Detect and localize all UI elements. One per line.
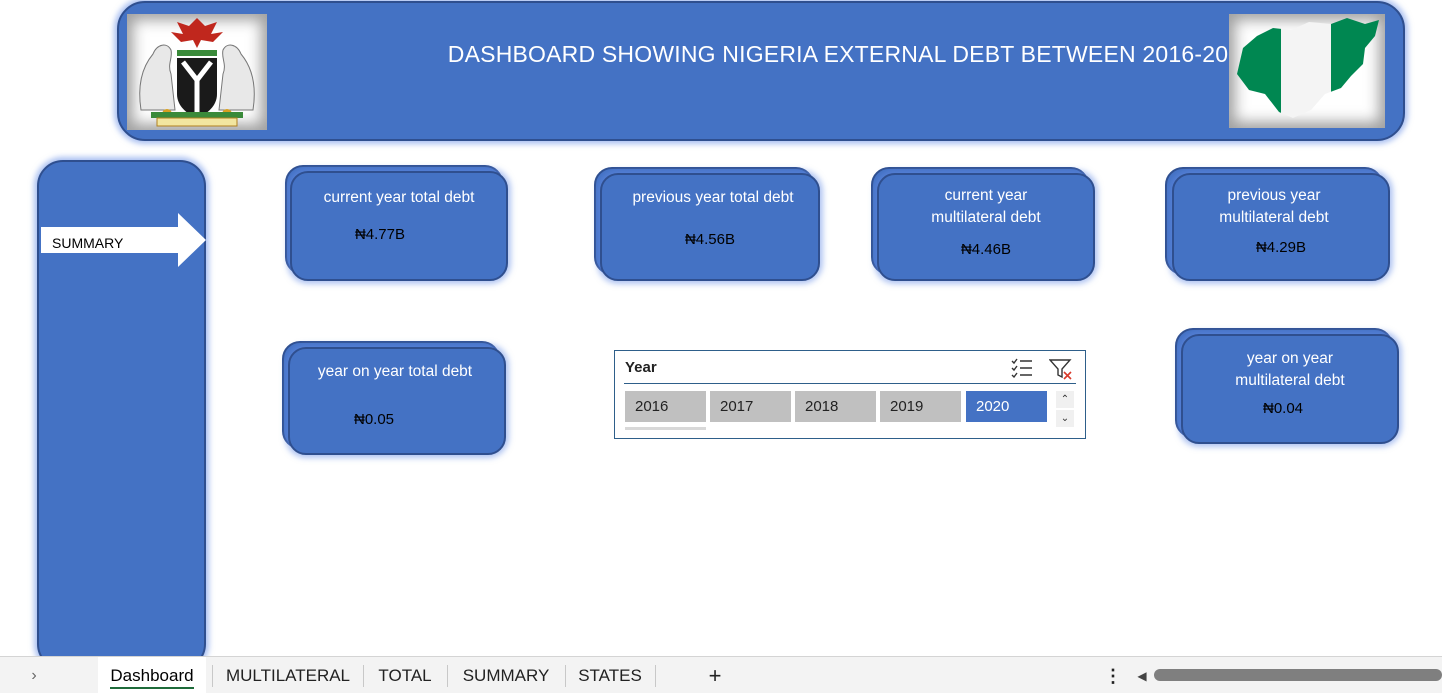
current-year-total-debt-card: current year total debt ₦4.77B bbox=[285, 165, 510, 283]
card-label: previous year total debt bbox=[632, 189, 794, 206]
sheet-tab-bar: › Dashboard MULTILATERAL TOTAL SUMMARY S… bbox=[0, 656, 1442, 693]
clear-filter-icon[interactable] bbox=[1049, 358, 1073, 380]
slicer-scroll-down-icon[interactable]: ⌄ bbox=[1056, 410, 1074, 427]
previous-year-multilateral-debt-card: previous year multilateral debt ₦4.29B bbox=[1165, 167, 1392, 283]
year-slicer: Year 2016 2017 2018 2019 2020 ⌃ ⌄ bbox=[614, 350, 1086, 439]
card-value: ₦4.46B bbox=[960, 241, 1012, 258]
coat-of-arms-icon bbox=[139, 18, 255, 127]
card-value: ₦0.04 bbox=[1262, 400, 1304, 417]
tab-scroll-right-icon[interactable]: › bbox=[22, 657, 46, 693]
tab-dashboard[interactable]: Dashboard bbox=[98, 657, 206, 693]
horizontal-scrollbar[interactable] bbox=[1154, 669, 1442, 681]
slicer-item-2019[interactable]: 2019 bbox=[880, 391, 961, 422]
nigeria-map-icon bbox=[1237, 18, 1379, 118]
slicer-scroll-up-icon[interactable]: ⌃ bbox=[1056, 391, 1074, 408]
summary-nav-label[interactable]: SUMMARY bbox=[52, 235, 123, 251]
slicer-divider bbox=[624, 383, 1076, 384]
slicer-title: Year bbox=[625, 359, 657, 376]
card-value: ₦4.56B bbox=[684, 231, 736, 248]
slicer-item-2017[interactable]: 2017 bbox=[710, 391, 791, 422]
tab-states[interactable]: STATES bbox=[572, 657, 648, 693]
more-options-icon[interactable]: ⋮ bbox=[1104, 657, 1122, 693]
dashboard-title: DASHBOARD SHOWING NIGERIA EXTERNAL DEBT … bbox=[447, 41, 1255, 67]
year-on-year-multilateral-debt-card: year on year multilateral debt ₦0.04 bbox=[1175, 328, 1401, 446]
add-sheet-button[interactable]: + bbox=[700, 657, 730, 693]
slicer-item-2018[interactable]: 2018 bbox=[795, 391, 876, 422]
nigeria-flag-map-image bbox=[1229, 14, 1385, 128]
card-label: year on year total debt bbox=[317, 363, 473, 380]
card-label: current year multilateral debt bbox=[931, 187, 1041, 226]
slicer-item-2020[interactable]: 2020 bbox=[966, 391, 1047, 422]
slicer-item-partial bbox=[625, 427, 706, 430]
scroll-left-icon[interactable]: ◀ bbox=[1133, 657, 1151, 693]
previous-year-total-debt-card: previous year total debt ₦4.56B bbox=[594, 167, 822, 283]
slicer-item-2016[interactable]: 2016 bbox=[625, 391, 706, 422]
card-value: ₦0.05 bbox=[353, 411, 395, 428]
tab-total[interactable]: TOTAL bbox=[370, 657, 440, 693]
card-value: ₦4.29B bbox=[1255, 239, 1307, 256]
card-label: year on year multilateral debt bbox=[1235, 350, 1345, 389]
multi-select-icon[interactable] bbox=[1010, 358, 1034, 378]
coat-of-arms-image bbox=[127, 14, 267, 130]
tab-summary[interactable]: SUMMARY bbox=[454, 657, 558, 693]
card-label: previous year multilateral debt bbox=[1219, 187, 1329, 226]
tab-multilateral[interactable]: MULTILATERAL bbox=[220, 657, 356, 693]
card-label: current year total debt bbox=[323, 189, 475, 206]
current-year-multilateral-debt-card: current year multilateral debt ₦4.46B bbox=[871, 167, 1097, 283]
dashboard-banner: DASHBOARD SHOWING NIGERIA EXTERNAL DEBT … bbox=[117, 1, 1405, 141]
year-on-year-total-debt-card: year on year total debt ₦0.05 bbox=[282, 341, 509, 457]
card-value: ₦4.77B bbox=[354, 226, 406, 243]
